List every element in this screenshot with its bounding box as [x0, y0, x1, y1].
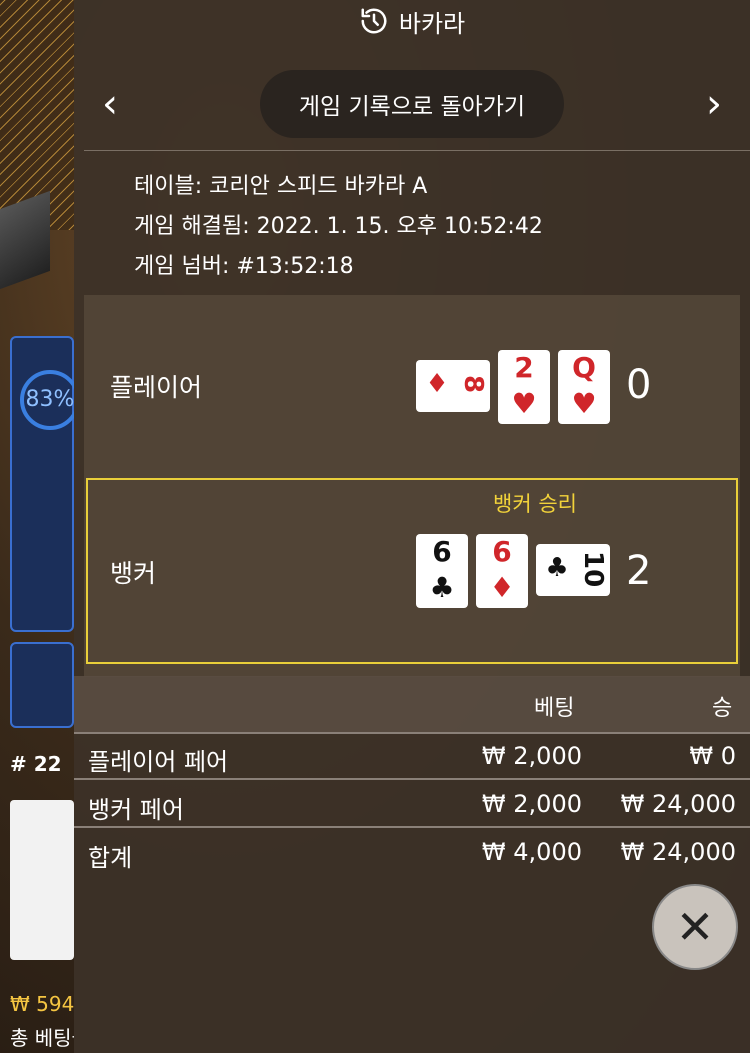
- total-win-amount: ₩ 24,000: [620, 838, 736, 866]
- card-rank: 2: [514, 351, 534, 384]
- card-suit-icon: ♦: [425, 369, 449, 399]
- next-game-chevron-icon[interactable]: ›: [692, 82, 736, 126]
- total-bet-text: 총 베팅금 ₩0: [10, 1026, 74, 1050]
- card-rank: 10: [578, 551, 608, 588]
- banker-cards: 6 ♣ 6 ♦ 10 ♣: [416, 534, 610, 608]
- side-bet-spot: [10, 642, 74, 728]
- bet-row: 뱅커 페어 ₩ 2,000 ₩ 24,000: [74, 782, 750, 830]
- bet-row-amount: ₩ 2,000: [481, 742, 582, 770]
- total-label: 합계: [88, 844, 133, 872]
- card-suit-icon: ♣: [429, 571, 455, 604]
- card-suit-icon: ♦: [489, 571, 515, 604]
- winner-label: 뱅커 승리: [493, 492, 577, 516]
- bet-row-win: ₩ 24,000: [620, 790, 736, 818]
- total-row: 합계 ₩ 4,000 ₩ 24,000: [74, 830, 750, 878]
- playing-card: 10 ♣: [536, 544, 610, 596]
- card-rank: 6: [492, 535, 512, 568]
- card-suit-icon: ♣: [545, 553, 569, 583]
- divider: [84, 150, 750, 151]
- card-rank: Q: [572, 351, 596, 384]
- playing-card: 8 ♦: [416, 360, 490, 412]
- card-rank: 6: [432, 535, 452, 568]
- history-icon: [361, 8, 387, 34]
- game-history-panel: 바카라 ‹ 게임 기록으로 돌아가기 › 테이블: 코리안 스피드 바카라 A …: [74, 0, 750, 1053]
- round-number: # 22: [10, 752, 62, 776]
- resolved-time: 게임 해결됨: 2022. 1. 15. 오후 10:52:42: [134, 214, 543, 239]
- card-rank: 8: [458, 374, 488, 394]
- bet-row-label: 플레이어 페어: [88, 748, 229, 776]
- row-divider: [74, 778, 750, 780]
- playing-card: 2 ♥: [498, 350, 550, 424]
- bet-row-amount: ₩ 2,000: [481, 790, 582, 818]
- card-suit-icon: ♥: [571, 387, 597, 420]
- bet-row-label: 뱅커 페어: [88, 796, 184, 824]
- bet-column-header: 베팅: [534, 696, 575, 721]
- player-score: 0: [626, 362, 652, 408]
- banker-hand-label: 뱅커: [110, 559, 157, 588]
- player-cards: 8 ♦ 2 ♥ Q ♥: [416, 350, 610, 424]
- bet-row: 플레이어 페어 ₩ 2,000 ₩ 0: [74, 734, 750, 782]
- bets-header: [74, 676, 750, 732]
- player-hand-label: 플레이어: [110, 373, 203, 402]
- row-divider: [74, 826, 750, 828]
- playing-card: 6 ♦: [476, 534, 528, 608]
- bet-row-win: ₩ 0: [689, 742, 736, 770]
- balance-text: ₩ 594,750 epc4932: [10, 992, 74, 1016]
- card-shoe: [0, 190, 50, 290]
- panel-header: 바카라: [74, 0, 750, 42]
- total-bet-amount: ₩ 4,000: [481, 838, 582, 866]
- previous-game-chevron-icon[interactable]: ‹: [88, 82, 132, 126]
- playing-card: Q ♥: [558, 350, 610, 424]
- game-number: 게임 넘버: #13:52:18: [134, 254, 354, 279]
- panel-title: 바카라: [398, 9, 466, 38]
- card-suit-icon: ♥: [511, 387, 537, 420]
- close-icon: ✕: [675, 900, 715, 954]
- playing-card: 6 ♣: [416, 534, 468, 608]
- banker-score: 2: [626, 548, 652, 594]
- close-button[interactable]: ✕: [652, 884, 738, 970]
- table-name: 테이블: 코리안 스피드 바카라 A: [134, 174, 428, 199]
- win-column-header: 승: [712, 696, 733, 721]
- back-to-history-button[interactable]: 게임 기록으로 돌아가기: [260, 70, 564, 138]
- background-game-table: 83% # 22 ₩ 594,750 epc4932 총 베팅금 ₩0: [0, 0, 74, 1053]
- bead-road: [10, 800, 74, 960]
- bet-percent: 83%: [20, 370, 74, 430]
